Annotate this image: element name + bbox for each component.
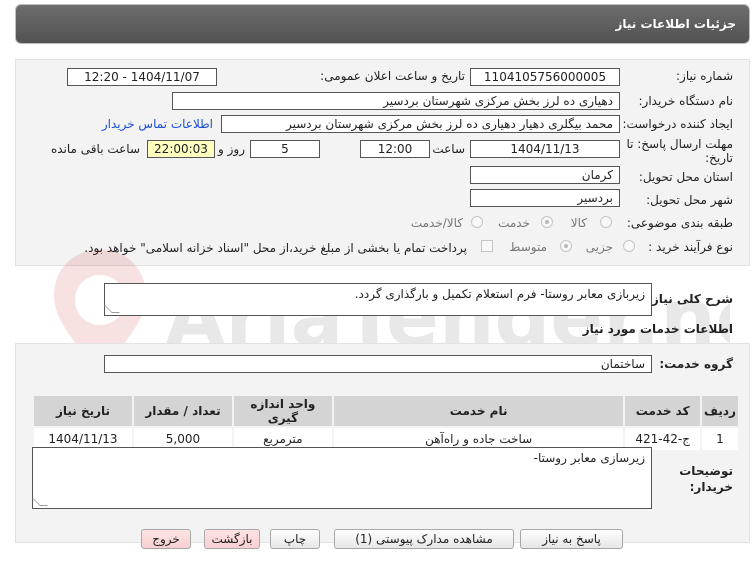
category-option-goods-service: کالا/خدمت [410, 216, 463, 230]
days-label: روز و [218, 142, 245, 156]
category-label: طبقه بندی موضوعی: [626, 216, 733, 230]
need-number-label: شماره نیاز: [676, 69, 733, 83]
announce-date-label: تاریخ و ساعت اعلان عمومی: [320, 69, 465, 83]
process-radio-medium[interactable] [560, 240, 572, 252]
days-remaining-field: 5 [250, 140, 320, 158]
announce-date-field: 1404/11/07 - 12:20 [67, 68, 217, 86]
buyer-name-label: نام دستگاه خریدار: [638, 94, 734, 108]
cell-row-number: 1 [701, 428, 738, 450]
resize-grip-icon[interactable] [104, 305, 120, 313]
category-option-goods: کالا [570, 216, 587, 230]
process-radio-minor[interactable] [623, 240, 635, 252]
need-info-panel [15, 59, 750, 266]
buyer-notes-label: توضیحات [679, 464, 733, 478]
process-option-medium: متوسط [509, 240, 547, 254]
page-title: جزئیات اطلاعات نیاز [615, 17, 736, 31]
province-field: کرمان [470, 166, 620, 184]
province-label: استان محل تحویل: [638, 170, 733, 184]
col-quantity: تعداد / مقدار [133, 396, 232, 426]
service-group-field: ساختمان [104, 355, 652, 373]
buyer-notes-text: زیرسازی معابر روستا- [533, 451, 645, 465]
category-option-service: خدمت [498, 216, 530, 230]
table-header-row: ردیف کد خدمت نام خدمت واحد اندازه گیری ت… [34, 396, 738, 426]
treasury-payment-checkbox[interactable] [481, 240, 493, 252]
summary-text: زیربازی معابر روستا- فرم استعلام تکمیل و… [354, 287, 645, 301]
category-radio-service[interactable] [541, 216, 553, 228]
deadline-date-field: 1404/11/13 [470, 140, 620, 158]
exit-button[interactable]: خروج [141, 529, 191, 549]
print-button[interactable]: چاپ [270, 529, 320, 549]
city-field: بردسیر [470, 189, 620, 207]
service-group-label: گروه خدمت: [659, 357, 733, 371]
process-option-minor: جزیی [585, 240, 613, 254]
buyer-notes-field: زیرسازی معابر روستا- [32, 447, 652, 509]
deadline-label: مهلت ارسال پاسخ: تا [626, 137, 733, 151]
buyer-notes-label-2: خریدار: [689, 480, 733, 494]
col-need-date: تاریخ نیاز [34, 396, 132, 426]
process-type-label: نوع فرآیند خرید : [648, 240, 733, 254]
col-service-code: کد خدمت [625, 396, 700, 426]
category-radio-goods[interactable] [600, 216, 612, 228]
buyer-name-field: دهیاری ده لرز بخش مرکزی شهرستان بردسیر [172, 92, 620, 110]
deadline-time-field: 12:00 [360, 140, 430, 158]
col-unit: واحد اندازه گیری [233, 396, 332, 426]
remaining-time-label: ساعت باقی مانده [50, 142, 140, 156]
col-row-number: ردیف [701, 396, 738, 426]
need-number-field: 1104105756000005 [470, 68, 620, 86]
title-bar: جزئیات اطلاعات نیاز [15, 4, 750, 44]
summary-field: زیربازی معابر روستا- فرم استعلام تکمیل و… [104, 283, 652, 316]
services-section-title: اطلاعات خدمات مورد نیاز [582, 322, 733, 336]
treasury-payment-note: پرداخت تمام یا بخشی از مبلغ خرید،از محل … [84, 241, 467, 255]
services-table: ردیف کد خدمت نام خدمت واحد اندازه گیری ت… [32, 394, 740, 452]
resize-grip-icon[interactable] [32, 498, 48, 506]
category-radio-goods-service[interactable] [471, 216, 483, 228]
city-label: شهر محل تحویل: [646, 193, 733, 207]
deadline-label-2: تاریخ: [705, 151, 733, 165]
reply-button[interactable]: پاسخ به نیاز [520, 529, 623, 549]
remaining-time-field: 22:00:03 [147, 140, 215, 158]
creator-field: محمد بیگلری دهیار دهیاری ده لرز بخش مرکز… [221, 115, 620, 133]
deadline-time-label: ساعت [432, 142, 465, 156]
summary-label: شرح کلی نیاز: [647, 292, 733, 306]
buyer-contact-link[interactable]: اطلاعات تماس خریدار [102, 117, 213, 131]
back-button[interactable]: بازگشت [204, 529, 260, 549]
col-service-name: نام خدمت [333, 396, 624, 426]
creator-label: ایجاد کننده درخواست: [622, 117, 733, 131]
view-attachments-button[interactable]: مشاهده مدارک پیوستی (1) [334, 529, 514, 549]
